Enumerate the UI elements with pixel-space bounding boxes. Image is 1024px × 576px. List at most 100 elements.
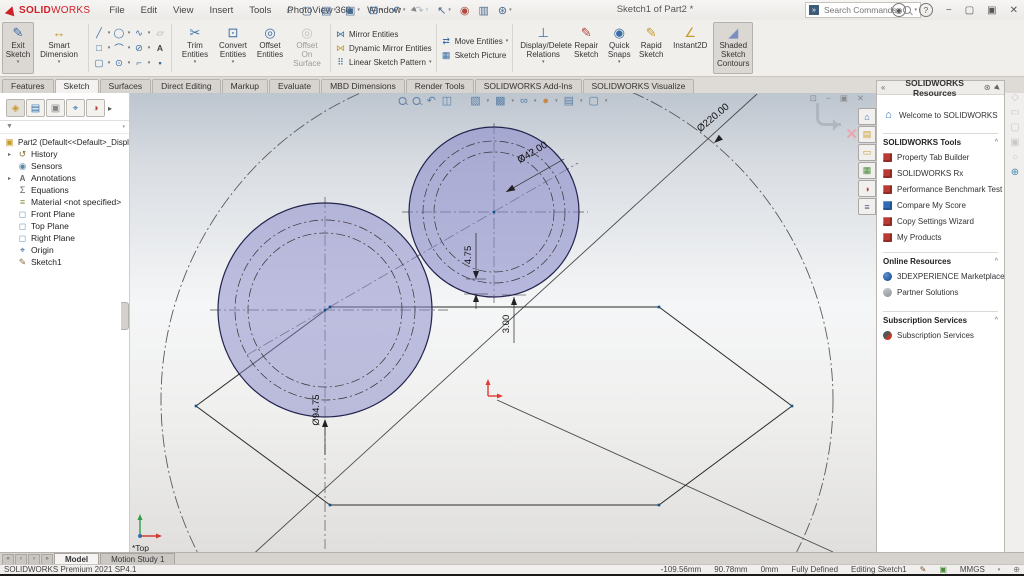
caret-icon[interactable]: ▾ bbox=[148, 60, 151, 66]
expand-arrow-icon[interactable]: ▸ bbox=[8, 175, 14, 182]
trim-entities-button[interactable]: ✂ Trim Entities ▾ bbox=[176, 22, 214, 74]
caret-icon[interactable]: ▾ bbox=[128, 30, 131, 36]
solidworks-rx-link[interactable]: SOLIDWORKS Rx bbox=[883, 169, 998, 178]
maximize-button[interactable]: ▢ bbox=[965, 5, 974, 16]
linear-pattern-button[interactable]: ⠿ Linear Sketch Pattern ▾ bbox=[335, 56, 432, 69]
menu-insert[interactable]: Insert bbox=[208, 3, 234, 18]
close-button[interactable]: ✕ bbox=[1010, 5, 1018, 16]
tab-direct-editing[interactable]: Direct Editing bbox=[152, 79, 221, 93]
menu-tools[interactable]: Tools bbox=[248, 3, 272, 18]
collapse-chevron-icon[interactable]: ^ bbox=[995, 317, 998, 324]
tab-solidworks-visualize[interactable]: SOLIDWORKS Visualize bbox=[583, 79, 695, 93]
restore-button[interactable]: ▣ bbox=[987, 5, 996, 16]
point-tool-icon[interactable]: ▪ bbox=[158, 58, 161, 69]
display-style-icon[interactable]: ▩ bbox=[495, 94, 505, 107]
tab-render-tools[interactable]: Render Tools bbox=[406, 79, 474, 93]
tree-filter[interactable]: ▼ ▾ bbox=[0, 121, 129, 134]
section-online-resources[interactable]: Online Resources ^ bbox=[883, 252, 998, 266]
appearances-tab-icon[interactable]: ◑ bbox=[858, 180, 876, 197]
section-solidworks-tools[interactable]: SOLIDWORKS Tools ^ bbox=[883, 133, 998, 147]
rebuild-icon[interactable]: ◉ bbox=[460, 4, 470, 17]
dim-475-text[interactable]: 4.75 bbox=[463, 246, 474, 265]
caret-icon[interactable]: ▾ bbox=[128, 60, 131, 66]
caret-icon[interactable]: ▾ bbox=[605, 98, 608, 104]
welcome-link[interactable]: ⌂ Welcome to SOLIDWORKS bbox=[883, 109, 998, 121]
dropdown-caret-icon[interactable]: ▾ bbox=[542, 60, 545, 65]
user-account-icon[interactable]: ◉ bbox=[892, 3, 906, 17]
collapse-chevron-icon[interactable]: ^ bbox=[995, 258, 998, 265]
slot-tool-icon[interactable]: ▢ bbox=[95, 58, 104, 69]
tree-item-sensors[interactable]: ◉ Sensors bbox=[0, 160, 129, 172]
tag-icon[interactable]: ▣ bbox=[939, 565, 947, 574]
caret-icon[interactable]: ▾ bbox=[108, 45, 111, 51]
ellipse-tool-icon[interactable]: ⊘ bbox=[135, 43, 143, 54]
zoom-to-fit-icon[interactable] bbox=[399, 97, 407, 105]
home-icon[interactable]: ⌂ bbox=[286, 4, 293, 16]
caret-icon[interactable]: ▾ bbox=[580, 98, 583, 104]
collapse-chevron-icon[interactable]: ^ bbox=[995, 139, 998, 146]
tree-item-origin[interactable]: ⌖ Origin bbox=[0, 244, 129, 256]
next-tab-arrow[interactable]: › bbox=[28, 554, 40, 565]
menu-file[interactable]: File bbox=[108, 3, 125, 18]
tab-solidworks-addins[interactable]: SOLIDWORKS Add-Ins bbox=[475, 79, 582, 93]
exit-sketch-corner-icon[interactable] bbox=[816, 103, 841, 126]
tab-surfaces[interactable]: Surfaces bbox=[100, 79, 152, 93]
first-tab-arrow[interactable]: « bbox=[2, 554, 14, 565]
tab-evaluate[interactable]: Evaluate bbox=[269, 79, 320, 93]
minimize-button[interactable]: − bbox=[946, 5, 952, 16]
tree-item-top-plane[interactable]: ◻ Top Plane bbox=[0, 220, 129, 232]
tree-item-equations[interactable]: Σ Equations bbox=[0, 184, 129, 196]
sketch-canvas[interactable]: Ø220.00 Ø42.00 4.75 3.00 Ø94.75 bbox=[130, 93, 876, 553]
save-icon[interactable]: ▣▾ bbox=[345, 4, 360, 17]
caret-icon[interactable]: ▾ bbox=[108, 30, 111, 36]
search-input[interactable] bbox=[822, 4, 900, 16]
pin-icon[interactable]: ▶ bbox=[993, 83, 1002, 93]
featuremanager-tab-icon[interactable]: ◈ bbox=[6, 99, 25, 117]
sketch-origin[interactable] bbox=[486, 379, 504, 399]
propertymanager-tab-icon[interactable]: ▤ bbox=[26, 99, 45, 117]
expand-arrow-icon[interactable]: ▸ bbox=[8, 151, 14, 158]
section-subscription-services[interactable]: Subscription Services ^ bbox=[883, 311, 998, 325]
partner-solutions-link[interactable]: Partner Solutions bbox=[883, 288, 998, 297]
move-entities-button[interactable]: ⇄ Move Entities ▾ bbox=[441, 35, 509, 48]
exit-sketch-button[interactable]: ✎ Exit Sketch ▾ bbox=[2, 22, 34, 74]
tree-root[interactable]: ▣ Part2 (Default<<Default>_Display Sta bbox=[0, 136, 129, 148]
caret-icon[interactable]: ▾ bbox=[512, 98, 515, 104]
line-tool-icon[interactable]: ╱ bbox=[96, 28, 102, 39]
tab-features[interactable]: Features bbox=[2, 79, 54, 93]
shaded-sketch-contours-button[interactable]: ◢ Shaded Sketch Contours bbox=[713, 22, 753, 74]
rapid-sketch-button[interactable]: ✎ Rapid Sketch bbox=[635, 22, 667, 74]
collapse-icon[interactable]: « bbox=[881, 83, 885, 92]
open-icon[interactable]: ▤▾ bbox=[321, 4, 336, 17]
section-view-icon[interactable]: ◫ bbox=[442, 94, 452, 107]
options-icon[interactable]: ⊛▾ bbox=[498, 4, 512, 17]
graphics-viewport[interactable]: Ø220.00 Ø42.00 4.75 3.00 Ø94.75 bbox=[130, 93, 876, 553]
undo-icon[interactable]: ↶▾ bbox=[392, 4, 406, 17]
caret-icon[interactable]: ▾ bbox=[148, 30, 151, 36]
more-tabs-icon[interactable]: ▸ bbox=[108, 104, 112, 113]
instant2d-button[interactable]: ∠ Instant2D bbox=[667, 22, 713, 74]
quick-snaps-button[interactable]: ◉ Quick Snaps ▾ bbox=[603, 22, 635, 74]
diagonal-line-2[interactable] bbox=[497, 400, 833, 552]
dim-9475-text[interactable]: Ø94.75 bbox=[311, 394, 322, 425]
dimxpertmanager-tab-icon[interactable]: ⌖ bbox=[66, 99, 85, 117]
my-products-link[interactable]: My Products bbox=[883, 233, 998, 242]
dropdown-caret-icon[interactable]: ▾ bbox=[58, 60, 61, 65]
tab-sketch[interactable]: Sketch bbox=[55, 79, 99, 93]
strip-icon[interactable]: ○ bbox=[1012, 152, 1018, 163]
dim-300-text[interactable]: 3.00 bbox=[501, 315, 512, 334]
fillet-tool-icon[interactable]: ⌐ bbox=[136, 58, 142, 69]
copy-settings-wizard-link[interactable]: Copy Settings Wizard bbox=[883, 217, 998, 226]
sketch-picture-button[interactable]: ▦ Sketch Picture bbox=[441, 49, 509, 62]
caret-icon[interactable]: ▾ bbox=[429, 59, 432, 65]
dropdown-caret-icon[interactable]: ▾ bbox=[194, 60, 197, 65]
view-orientation-icon[interactable]: ▧ bbox=[470, 94, 480, 107]
cancel-sketch-icon[interactable]: ✕ bbox=[845, 125, 858, 143]
units-caret-icon[interactable]: ▾ bbox=[998, 567, 1001, 573]
circle-tool-icon[interactable]: ◯ bbox=[114, 28, 125, 39]
text-tool-icon[interactable]: A bbox=[157, 43, 163, 53]
compare-my-score-link[interactable]: Compare My Score bbox=[883, 201, 998, 210]
new-document-icon[interactable]: ▢ bbox=[302, 4, 312, 17]
configurationmanager-tab-icon[interactable]: ▣ bbox=[46, 99, 65, 117]
caret-icon[interactable]: ▾ bbox=[534, 98, 537, 104]
